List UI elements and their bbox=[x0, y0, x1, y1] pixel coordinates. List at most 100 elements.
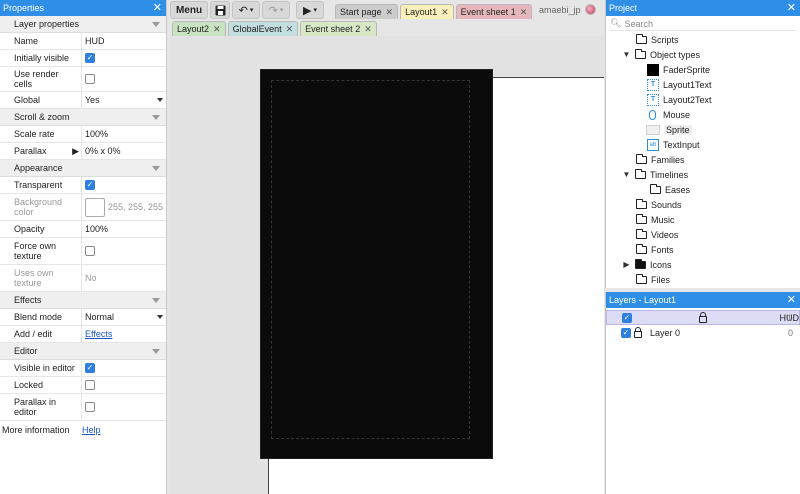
prop-label-text: Parallax bbox=[14, 146, 47, 156]
tree-item-sounds[interactable]: Sounds bbox=[606, 197, 800, 212]
collapse-icon[interactable] bbox=[152, 114, 160, 120]
expand-arrow-icon[interactable]: ▼ bbox=[622, 50, 631, 59]
close-icon[interactable]: ✕ bbox=[787, 294, 796, 306]
parallax-editor-checkbox[interactable] bbox=[85, 402, 95, 412]
section-editor[interactable]: Editor bbox=[0, 343, 166, 360]
chevron-down-icon bbox=[157, 98, 163, 102]
prop-row-visible: Initially visible ✓ bbox=[0, 50, 166, 67]
layer-row-layer-0[interactable]: ✓ Layer 0 0 bbox=[606, 325, 800, 340]
layer-row-hud[interactable]: ✓ HUD 1 bbox=[606, 310, 800, 325]
close-icon[interactable]: ✕ bbox=[213, 24, 221, 35]
tree-item-mouse[interactable]: Mouse bbox=[606, 107, 800, 122]
transparent-checkbox[interactable]: ✓ bbox=[85, 180, 95, 190]
visible-in-editor-checkbox[interactable]: ✓ bbox=[85, 363, 95, 373]
prop-row-opacity: Opacity 100% bbox=[0, 221, 166, 238]
tab-layout2[interactable]: Layout2 ✕ bbox=[172, 21, 226, 36]
play-icon[interactable]: ▶ ▾ bbox=[296, 1, 324, 19]
tab-label: Start page bbox=[340, 7, 382, 17]
tree-item-music[interactable]: Music bbox=[606, 212, 800, 227]
section-scroll-zoom[interactable]: Scroll & zoom bbox=[0, 109, 166, 126]
tree-item-object-types[interactable]: ▼ Object types bbox=[606, 47, 800, 62]
opacity-field[interactable]: 100% bbox=[82, 221, 166, 237]
parallax-field[interactable]: 0% x 0% bbox=[82, 143, 166, 159]
prop-label: Transparent bbox=[0, 177, 82, 193]
expand-arrow-icon[interactable]: ▶ bbox=[72, 146, 79, 156]
tree-item-sprite[interactable]: Sprite bbox=[606, 122, 800, 137]
close-icon[interactable]: ✕ bbox=[286, 24, 294, 35]
tree-item-layout2text[interactable]: T Layout2Text bbox=[606, 92, 800, 107]
initially-visible-checkbox[interactable]: ✓ bbox=[85, 53, 95, 63]
tree-item-fadersprite[interactable]: FaderSprite bbox=[606, 62, 800, 77]
lock-icon[interactable] bbox=[634, 327, 642, 338]
layer-visible-checkbox[interactable]: ✓ bbox=[621, 327, 631, 338]
menu-button[interactable]: Menu bbox=[170, 1, 208, 19]
tree-item-layout1text[interactable]: T Layout1Text bbox=[606, 77, 800, 92]
section-appearance[interactable]: Appearance bbox=[0, 160, 166, 177]
undo-icon[interactable]: ↶ ▾ bbox=[232, 1, 260, 19]
user-info[interactable]: amaebi_jp bbox=[539, 4, 596, 15]
tab-start-page[interactable]: Start page ✕ bbox=[335, 4, 399, 19]
tab-layout1[interactable]: Layout1 ✕ bbox=[400, 4, 454, 19]
tree-item-fonts[interactable]: Fonts bbox=[606, 242, 800, 257]
prop-label: Initially visible bbox=[0, 50, 82, 66]
tree-item-scripts[interactable]: Scripts bbox=[606, 32, 800, 47]
collapse-icon[interactable] bbox=[152, 165, 160, 171]
tab-event-sheet-2[interactable]: Event sheet 2 ✕ bbox=[300, 21, 377, 36]
prop-row-visible-editor: Visible in editor ✓ bbox=[0, 360, 166, 377]
expand-arrow-icon[interactable]: ▶ bbox=[622, 260, 631, 269]
prop-label: Name bbox=[0, 33, 82, 49]
close-icon[interactable]: ✕ bbox=[787, 2, 796, 14]
tree-item-families[interactable]: Families bbox=[606, 152, 800, 167]
close-icon[interactable]: ✕ bbox=[520, 7, 528, 18]
tree-item-textinput[interactable]: ab TextInput bbox=[606, 137, 800, 152]
folder-icon bbox=[636, 198, 647, 209]
project-search[interactable]: 🔍︎ Search bbox=[610, 17, 796, 31]
render-cells-checkbox[interactable] bbox=[85, 74, 95, 84]
force-texture-checkbox[interactable] bbox=[85, 246, 95, 256]
chevron-down-icon: ▾ bbox=[313, 7, 317, 14]
prop-label: Scale rate bbox=[0, 126, 82, 142]
tree-label: Files bbox=[651, 274, 671, 285]
lock-icon[interactable] bbox=[699, 312, 708, 323]
tree-item-videos[interactable]: Videos bbox=[606, 227, 800, 242]
close-icon[interactable]: ✕ bbox=[386, 7, 394, 18]
help-link[interactable]: Help bbox=[82, 425, 101, 435]
name-field[interactable]: HUD bbox=[82, 33, 166, 49]
close-icon[interactable]: ✕ bbox=[364, 24, 372, 35]
section-label: Editor bbox=[14, 346, 38, 356]
tab-globalevent[interactable]: GlobalEvent ✕ bbox=[227, 21, 299, 36]
close-icon[interactable]: ✕ bbox=[441, 7, 449, 18]
collapse-icon[interactable] bbox=[152, 21, 160, 27]
section-effects[interactable]: Effects bbox=[0, 292, 166, 309]
layout-viewport[interactable] bbox=[260, 69, 493, 459]
layer-visible-checkbox[interactable]: ✓ bbox=[622, 312, 632, 323]
collapse-icon[interactable] bbox=[152, 348, 160, 354]
bg-color-value: 255, 255, 255 bbox=[107, 202, 163, 212]
avatar[interactable] bbox=[584, 4, 596, 15]
close-icon[interactable]: ✕ bbox=[153, 2, 162, 14]
prop-row-parallax-editor: Parallax in editor bbox=[0, 394, 166, 421]
locked-checkbox[interactable] bbox=[85, 380, 95, 390]
save-icon[interactable] bbox=[210, 1, 230, 19]
tree-label: Layout2Text bbox=[663, 94, 712, 105]
viewport-guide bbox=[271, 80, 470, 439]
tree-item-timelines[interactable]: ▼ Timelines bbox=[606, 167, 800, 182]
effects-link[interactable]: Effects bbox=[85, 329, 112, 339]
blend-mode-select[interactable]: Normal bbox=[82, 309, 166, 325]
tree-item-icons[interactable]: ▶ Icons bbox=[606, 257, 800, 272]
global-select[interactable]: Yes bbox=[82, 92, 166, 108]
redo-icon[interactable]: ↷ ▾ bbox=[262, 1, 290, 19]
tree-item-files[interactable]: Files bbox=[606, 272, 800, 287]
color-swatch[interactable] bbox=[85, 197, 105, 217]
scale-rate-field[interactable]: 100% bbox=[82, 126, 166, 142]
sprite-icon bbox=[647, 63, 659, 76]
expand-arrow-icon[interactable]: ▼ bbox=[622, 170, 631, 179]
layout-canvas[interactable] bbox=[170, 36, 604, 494]
tree-item-eases[interactable]: Eases bbox=[606, 182, 800, 197]
sprite-icon bbox=[646, 124, 660, 135]
section-layer-properties[interactable]: Layer properties bbox=[0, 16, 166, 33]
prop-row-render-cells: Use render cells bbox=[0, 67, 166, 92]
folder-icon bbox=[635, 168, 646, 179]
tab-event-sheet-1[interactable]: Event sheet 1 ✕ bbox=[455, 4, 533, 19]
collapse-icon[interactable] bbox=[152, 297, 160, 303]
